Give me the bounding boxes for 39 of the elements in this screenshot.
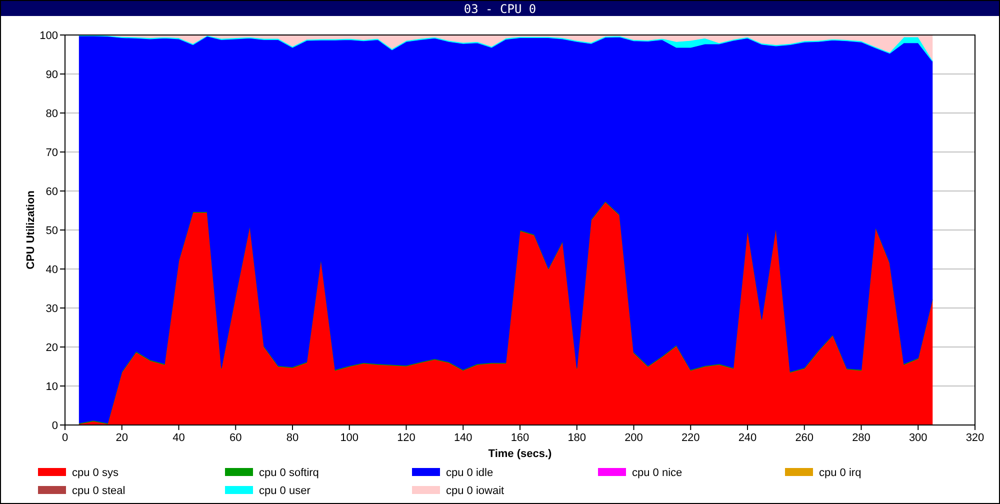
axis-title: CPU Utilization: [25, 190, 37, 270]
tick-label: 50: [46, 225, 58, 237]
tick-label: 0: [62, 432, 68, 444]
tick-label: 200: [624, 432, 643, 444]
tick-label: 180: [568, 432, 586, 444]
tick-label: 0: [52, 420, 58, 432]
legend-label: cpu 0 softirq: [259, 467, 319, 479]
tick-label: 220: [681, 432, 700, 444]
tick-label: 120: [397, 432, 416, 444]
tick-label: 240: [738, 432, 757, 444]
axis-title: Time (secs.): [488, 448, 552, 460]
tick-label: 260: [795, 432, 814, 444]
legend-label: cpu 0 iowait: [446, 485, 504, 497]
tick-label: 300: [908, 432, 928, 444]
tick-label: 100: [40, 30, 58, 42]
tick-label: 40: [46, 264, 58, 276]
tick-label: 80: [46, 108, 58, 120]
tick-label: 140: [454, 432, 472, 444]
tick-label: 40: [172, 432, 185, 444]
tick-label: 30: [46, 303, 58, 315]
legend-label: cpu 0 steal: [72, 485, 126, 497]
legend-label: cpu 0 nice: [632, 467, 682, 479]
tick-label: 20: [46, 342, 58, 354]
tick-label: 10: [46, 381, 58, 393]
tick-label: 80: [286, 432, 299, 444]
tick-label: 100: [340, 432, 359, 444]
tick-label: 70: [46, 147, 58, 159]
tick-label: 280: [852, 432, 870, 444]
legend-label: cpu 0 sys: [72, 467, 118, 479]
tick-label: 90: [46, 69, 58, 81]
legend-label: cpu 0 idle: [446, 467, 494, 479]
tick-label: 60: [230, 432, 242, 444]
tick-label: 160: [510, 432, 530, 444]
tick-label: 320: [966, 432, 984, 444]
legend-label: cpu 0 irq: [819, 467, 862, 479]
tick-label: 20: [116, 432, 128, 444]
tick-label: 60: [46, 186, 58, 198]
legend-label: cpu 0 user: [259, 485, 310, 497]
window-title: 03 - CPU 0: [464, 2, 536, 16]
